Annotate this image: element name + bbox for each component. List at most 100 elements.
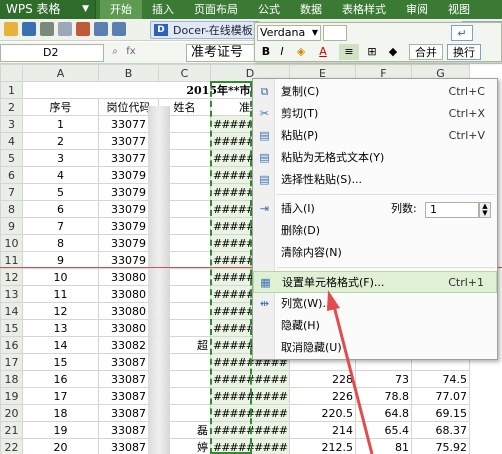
format-painter-icon[interactable] <box>76 22 90 36</box>
cell-ticket[interactable]: ######### <box>210 404 290 422</box>
cell-seq[interactable]: 2 <box>22 132 99 150</box>
row-header[interactable]: 11 <box>0 251 23 269</box>
spinner-icon[interactable]: ▲ ▼ <box>479 202 491 218</box>
save-icon[interactable] <box>22 22 36 36</box>
cell-score-total[interactable]: 75.92 <box>410 438 470 454</box>
fill-color-icon[interactable]: ◈ <box>293 44 309 60</box>
tab-table-style[interactable]: 表格样式 <box>332 0 396 19</box>
name-box[interactable]: D2 <box>0 44 104 62</box>
row-header[interactable]: 15 <box>0 319 23 337</box>
cell-score-interview[interactable]: 65.4 <box>354 421 412 439</box>
cell-ticket[interactable]: ######### <box>210 370 290 388</box>
cell-seq[interactable]: 19 <box>22 421 99 439</box>
cell-seq[interactable]: 12 <box>22 302 99 320</box>
cell-score-interview[interactable]: 78.8 <box>354 387 412 405</box>
row-header[interactable]: 12 <box>0 268 23 286</box>
cell-seq[interactable]: 4 <box>22 166 99 184</box>
context-menu-item[interactable]: 删除(D) <box>253 220 497 242</box>
wrap-text-icon[interactable]: ↵ <box>451 25 473 41</box>
row-header[interactable]: 1 <box>0 81 23 99</box>
cell-seq[interactable]: 11 <box>22 285 99 303</box>
cell-score-total[interactable]: 74.5 <box>410 370 470 388</box>
context-menu-item[interactable]: ▤ 选择性粘贴(S)... <box>253 169 497 191</box>
row-header[interactable]: 17 <box>0 353 23 371</box>
tab-insert[interactable]: 插入 <box>142 0 184 19</box>
row-header[interactable]: 22 <box>0 438 23 454</box>
tab-formulas[interactable]: 公式 <box>248 0 290 19</box>
redo-icon[interactable] <box>112 22 126 36</box>
row-header[interactable]: 20 <box>0 404 23 422</box>
row-header[interactable]: 7 <box>0 183 23 201</box>
cell-seq[interactable]: 16 <box>22 370 99 388</box>
app-menu-button[interactable]: WPS 表格 ▼ <box>0 0 96 19</box>
tab-home[interactable]: 开始 <box>100 0 142 19</box>
context-menu-item[interactable]: ⧉ 复制(C) Ctrl+C <box>253 81 497 103</box>
row-header[interactable]: 21 <box>0 421 23 439</box>
print-icon[interactable] <box>40 22 54 36</box>
cell-score-interview[interactable]: 81 <box>354 438 412 454</box>
wrap-text-button[interactable]: 换行 <box>447 44 481 60</box>
column-count-input[interactable]: 1 <box>425 202 479 218</box>
cell-seq[interactable]: 13 <box>22 319 99 337</box>
cell-score-written[interactable]: 212.5 <box>288 438 356 454</box>
cell-seq[interactable]: 3 <box>22 149 99 167</box>
cell-seq[interactable]: 9 <box>22 251 99 269</box>
cell-score-written[interactable]: 226 <box>288 387 356 405</box>
function-icon[interactable]: fx <box>124 45 138 59</box>
header-cell-seq[interactable]: 序号 <box>22 98 99 116</box>
context-menu-item[interactable]: 隐藏(H) <box>253 315 497 337</box>
tab-page-layout[interactable]: 页面布局 <box>184 0 248 19</box>
tab-review[interactable]: 审阅 <box>396 0 438 19</box>
row-header[interactable]: 4 <box>0 132 23 150</box>
cell-ticket[interactable]: ######### <box>210 421 290 439</box>
row-header[interactable]: 6 <box>0 166 23 184</box>
cell-seq[interactable]: 17 <box>22 387 99 405</box>
cell-seq[interactable]: 20 <box>22 438 99 454</box>
context-menu-item[interactable]: ▤ 粘贴(P) Ctrl+V <box>253 125 497 147</box>
cell-seq[interactable]: 15 <box>22 353 99 371</box>
column-header-b[interactable]: B <box>98 64 159 82</box>
cell-ticket[interactable]: ######### <box>210 387 290 405</box>
row-header[interactable]: 16 <box>0 336 23 354</box>
cell-score-total[interactable]: 68.37 <box>410 421 470 439</box>
row-header[interactable]: 18 <box>0 370 23 388</box>
row-header[interactable]: 9 <box>0 217 23 235</box>
cell-score-total[interactable]: 69.15 <box>410 404 470 422</box>
cell-ticket[interactable]: ######### <box>210 438 290 454</box>
cell-seq[interactable]: 6 <box>22 200 99 218</box>
row-header[interactable]: 14 <box>0 302 23 320</box>
open-folder-icon[interactable] <box>4 22 18 36</box>
italic-button[interactable]: I <box>275 44 289 60</box>
context-menu-item[interactable]: ⇹ 列宽(W)... <box>253 293 497 315</box>
context-menu-item[interactable]: ▦ 设置单元格格式(F)... Ctrl+1 <box>253 271 497 293</box>
merge-button[interactable]: 合并 <box>409 44 443 60</box>
select-all-corner[interactable] <box>0 64 23 82</box>
column-header-c[interactable]: C <box>158 64 211 82</box>
align-center-icon[interactable]: ≡ <box>339 44 359 60</box>
row-header[interactable]: 13 <box>0 285 23 303</box>
tab-data[interactable]: 数据 <box>290 0 332 19</box>
font-size-select[interactable] <box>323 25 347 41</box>
zoom-icon[interactable]: ⌕ <box>108 45 122 59</box>
context-menu-item[interactable]: ✂ 剪切(T) Ctrl+X <box>253 103 497 125</box>
bold-button[interactable]: B <box>259 44 273 60</box>
context-menu-item[interactable]: 清除内容(N) <box>253 242 497 264</box>
cell-seq[interactable]: 7 <box>22 217 99 235</box>
row-header[interactable]: 3 <box>0 115 23 133</box>
print-preview-icon[interactable] <box>58 22 72 36</box>
row-header[interactable]: 10 <box>0 234 23 252</box>
cell-seq[interactable]: 18 <box>22 404 99 422</box>
cell-score-interview[interactable]: 73 <box>354 370 412 388</box>
row-header[interactable]: 5 <box>0 149 23 167</box>
cell-seq[interactable]: 10 <box>22 268 99 286</box>
cell-score-written[interactable]: 228 <box>288 370 356 388</box>
cell-seq[interactable]: 5 <box>22 183 99 201</box>
cell-score-written[interactable]: 220.5 <box>288 404 356 422</box>
undo-icon[interactable] <box>94 22 108 36</box>
column-header-a[interactable]: A <box>22 64 99 82</box>
row-header[interactable]: 2 <box>0 98 23 116</box>
tab-view[interactable]: 视图 <box>438 0 480 19</box>
borders-icon[interactable]: ⊞ <box>363 44 381 60</box>
context-menu-item[interactable]: ⇥ 插入(I) 列数: 1 ▲ ▼ <box>253 198 497 220</box>
row-header[interactable]: 8 <box>0 200 23 218</box>
